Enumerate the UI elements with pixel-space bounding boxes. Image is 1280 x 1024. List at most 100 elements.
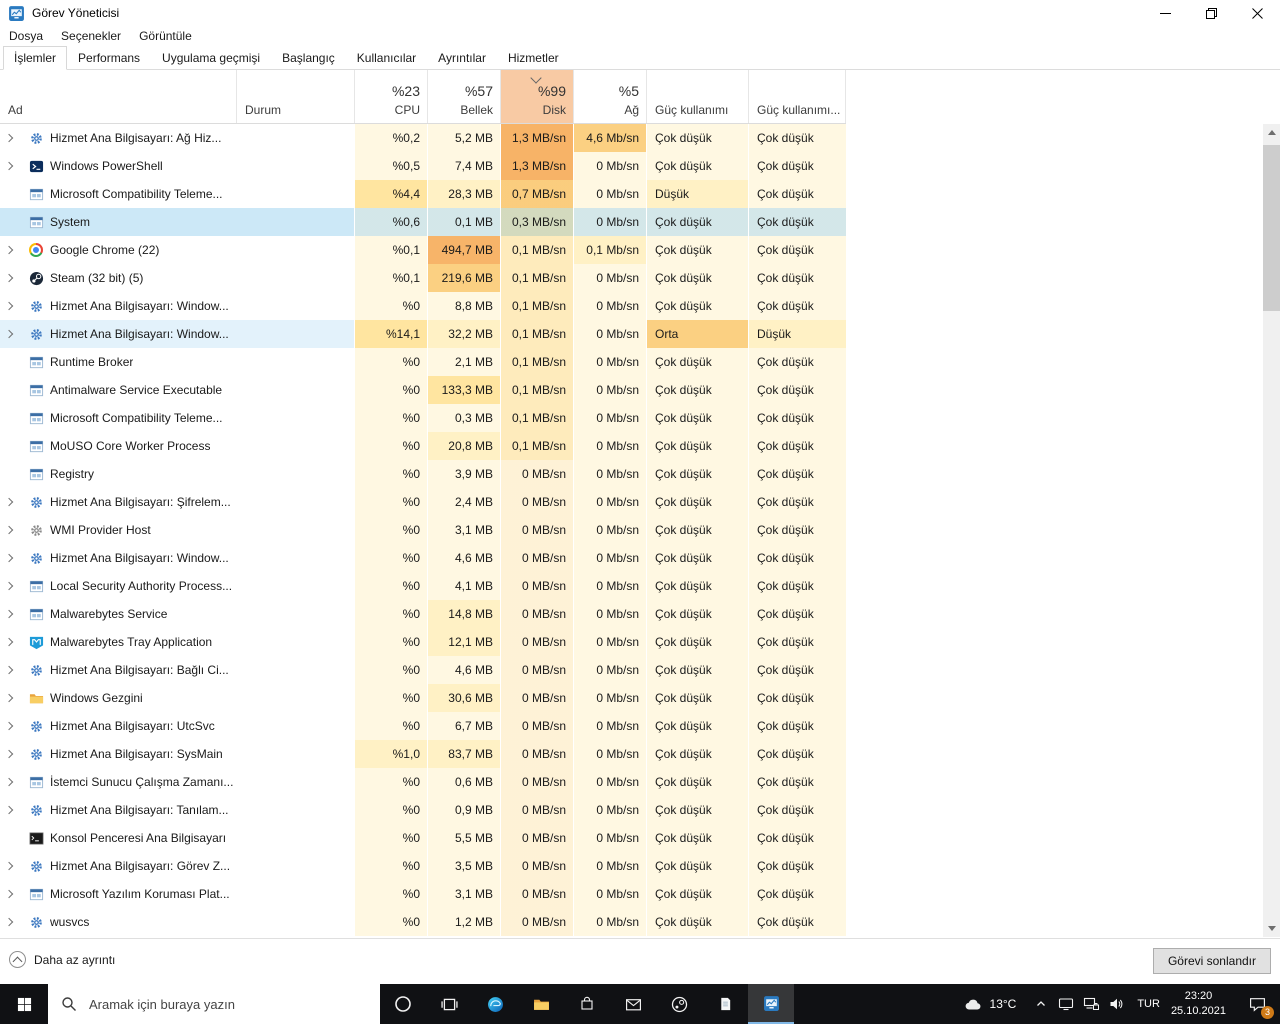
process-row[interactable]: Microsoft Compatibility Teleme... %0 0,3 M… bbox=[0, 404, 846, 432]
expand-chevron-icon[interactable] bbox=[4, 665, 24, 675]
less-detail-toggle[interactable]: Daha az ayrıntı bbox=[9, 951, 115, 968]
column-header-cpu[interactable]: %23 CPU bbox=[354, 70, 427, 123]
taskbar-edge-button[interactable] bbox=[472, 984, 518, 1024]
scrollbar-thumb[interactable] bbox=[1263, 145, 1280, 311]
expand-chevron-icon[interactable] bbox=[4, 777, 24, 787]
column-header-power[interactable]: Güç kullanımı bbox=[646, 70, 748, 123]
process-row[interactable]: Local Security Authority Process... %0 4,1… bbox=[0, 572, 846, 600]
expand-chevron-icon[interactable] bbox=[4, 721, 24, 731]
expand-chevron-icon[interactable] bbox=[4, 749, 24, 759]
column-header-memory[interactable]: %57 Bellek bbox=[427, 70, 500, 123]
process-row[interactable]: Runtime Broker %0 2,1 MB 0,1 MB/sn 0 Mb/sn Ço… bbox=[0, 348, 846, 376]
column-header-network[interactable]: %5 Ağ bbox=[573, 70, 646, 123]
process-row[interactable]: Malwarebytes Service %0 14,8 MB 0 MB/sn 0 Mb… bbox=[0, 600, 846, 628]
footer-bar: Daha az ayrıntı Görevi sonlandır bbox=[0, 938, 1280, 985]
tray-monitor-button[interactable] bbox=[1053, 984, 1078, 1024]
process-row[interactable]: Hizmet Ana Bilgisayarı: Window... %14,1 32… bbox=[0, 320, 846, 348]
menu-g-r-nt-le[interactable]: Görüntüle bbox=[130, 27, 201, 45]
expand-chevron-icon[interactable] bbox=[4, 525, 24, 535]
process-row[interactable]: Antimalware Service Executable %0 133,3 MB… bbox=[0, 376, 846, 404]
tray-network-button[interactable] bbox=[1078, 984, 1103, 1024]
process-row[interactable]: Windows PowerShell %0,5 7,4 MB 1,3 MB/sn 0 M… bbox=[0, 152, 846, 180]
tray-chevron-up-button[interactable] bbox=[1028, 984, 1053, 1024]
process-row[interactable]: wusvcs %0 1,2 MB 0 MB/sn 0 Mb/sn Çok düşük Çok… bbox=[0, 908, 846, 936]
process-row[interactable]: Windows Gezgini %0 30,6 MB 0 MB/sn 0 Mb/sn Ço… bbox=[0, 684, 846, 712]
process-row[interactable]: Steam (32 bit) (5) %0,1 219,6 MB 0,1 MB/sn 0… bbox=[0, 264, 846, 292]
process-row[interactable]: WMI Provider Host %0 3,1 MB 0 MB/sn 0 Mb/sn Ç… bbox=[0, 516, 846, 544]
process-row[interactable]: Google Chrome (22) %0,1 494,7 MB 0,1 MB/sn 0… bbox=[0, 236, 846, 264]
process-row[interactable]: Hizmet Ana Bilgisayarı: SysMain %1,0 83,7 … bbox=[0, 740, 846, 768]
expand-chevron-icon[interactable] bbox=[4, 553, 24, 563]
action-center-button[interactable]: 3 bbox=[1236, 984, 1278, 1024]
process-row[interactable]: Hizmet Ana Bilgisayarı: Window... %0 4,6 M… bbox=[0, 544, 846, 572]
tab-performans[interactable]: Performans bbox=[67, 46, 151, 70]
taskbar-file-explorer-button[interactable] bbox=[518, 984, 564, 1024]
folder-icon bbox=[28, 690, 44, 706]
expand-chevron-icon[interactable] bbox=[4, 245, 24, 255]
scroll-up-button[interactable] bbox=[1263, 124, 1280, 141]
process-row[interactable]: Hizmet Ana Bilgisayarı: Görev Z... %0 3,5 … bbox=[0, 852, 846, 880]
menu-se-enekler[interactable]: Seçenekler bbox=[52, 27, 130, 45]
process-row[interactable]: System %0,6 0,1 MB 0,3 MB/sn 0 Mb/sn Çok düşü… bbox=[0, 208, 846, 236]
expand-chevron-icon[interactable] bbox=[4, 497, 24, 507]
taskbar-mail-button[interactable] bbox=[610, 984, 656, 1024]
close-button[interactable] bbox=[1234, 0, 1280, 26]
menu-dosya[interactable]: Dosya bbox=[0, 27, 52, 45]
expand-chevron-icon[interactable] bbox=[4, 917, 24, 927]
tray-volume-button[interactable] bbox=[1103, 984, 1128, 1024]
taskbar-task-manager-button[interactable] bbox=[748, 984, 794, 1024]
tab-ba-lang[interactable]: Başlangıç bbox=[271, 46, 346, 70]
language-indicator[interactable]: TUR bbox=[1137, 998, 1160, 1010]
scroll-down-button[interactable] bbox=[1263, 920, 1280, 937]
end-task-button[interactable]: Görevi sonlandır bbox=[1152, 948, 1271, 974]
process-row[interactable]: Hizmet Ana Bilgisayarı: Bağlı Ci... %0 4,6… bbox=[0, 656, 846, 684]
taskbar-steam-button[interactable] bbox=[656, 984, 702, 1024]
expand-chevron-icon[interactable] bbox=[4, 861, 24, 871]
tab-ayr-nt-lar[interactable]: Ayrıntılar bbox=[427, 46, 497, 70]
expand-chevron-icon[interactable] bbox=[4, 329, 24, 339]
vertical-scrollbar[interactable] bbox=[1263, 124, 1280, 937]
taskbar-search-box[interactable] bbox=[48, 984, 380, 1024]
tab-hizmetler[interactable]: Hizmetler bbox=[497, 46, 570, 70]
search-input[interactable] bbox=[87, 995, 341, 1013]
expand-chevron-icon[interactable] bbox=[4, 273, 24, 283]
process-row[interactable]: Hizmet Ana Bilgisayarı: UtcSvc %0 6,7 MB 0 … bbox=[0, 712, 846, 740]
process-row[interactable]: Hizmet Ana Bilgisayarı: Şifrelem... %0 2,4… bbox=[0, 488, 846, 516]
process-row[interactable]: Malwarebytes Tray Application %0 12,1 MB 0 … bbox=[0, 628, 846, 656]
process-row[interactable]: Hizmet Ana Bilgisayarı: Tanılam... %0 0,9 … bbox=[0, 796, 846, 824]
process-row[interactable]: Hizmet Ana Bilgisayarı: Ağ Hiz... %0,2 5,2… bbox=[0, 124, 846, 152]
expand-chevron-icon[interactable] bbox=[4, 133, 24, 143]
power-trend-cell: Çok düşük bbox=[748, 236, 846, 264]
process-row[interactable]: İstemci Sunucu Çalışma Zamanı... %0 0,6 MB… bbox=[0, 768, 846, 796]
process-row[interactable]: Microsoft Yazılım Koruması Plat... %0 3,1 … bbox=[0, 880, 846, 908]
restore-button[interactable] bbox=[1188, 0, 1234, 26]
start-button[interactable] bbox=[0, 984, 48, 1024]
expand-chevron-icon[interactable] bbox=[4, 161, 24, 171]
expand-chevron-icon[interactable] bbox=[4, 693, 24, 703]
expand-chevron-icon[interactable] bbox=[4, 637, 24, 647]
tab-i-lemler[interactable]: İşlemler bbox=[3, 46, 68, 70]
weather-widget[interactable]: 13°C bbox=[964, 996, 1016, 1012]
process-row[interactable]: Konsol Penceresi Ana Bilgisayarı %0 5,5 MB… bbox=[0, 824, 846, 852]
expand-chevron-icon[interactable] bbox=[4, 301, 24, 311]
taskbar-cortana-button[interactable] bbox=[380, 984, 426, 1024]
column-header-name[interactable]: Ad bbox=[0, 70, 236, 123]
process-row[interactable]: Microsoft Compatibility Teleme... %4,4 28,… bbox=[0, 180, 846, 208]
column-header-power-trend[interactable]: Güç kullanımı... bbox=[748, 70, 846, 123]
process-row[interactable]: Hizmet Ana Bilgisayarı: Window... %0 8,8 M… bbox=[0, 292, 846, 320]
taskbar-clock[interactable]: 23:20 25.10.2021 bbox=[1171, 989, 1226, 1020]
column-header-disk[interactable]: %99 Disk bbox=[500, 70, 573, 123]
minimize-button[interactable] bbox=[1142, 0, 1188, 26]
expand-chevron-icon[interactable] bbox=[4, 889, 24, 899]
column-header-status[interactable]: Durum bbox=[236, 70, 354, 123]
process-row[interactable]: MoUSO Core Worker Process %0 20,8 MB 0,1 MB… bbox=[0, 432, 846, 460]
process-row[interactable]: Registry %0 3,9 MB 0 MB/sn 0 Mb/sn Çok düşük Ç… bbox=[0, 460, 846, 488]
expand-chevron-icon[interactable] bbox=[4, 581, 24, 591]
expand-chevron-icon[interactable] bbox=[4, 609, 24, 619]
taskbar-task-view-button[interactable] bbox=[426, 984, 472, 1024]
taskbar-store-button[interactable] bbox=[564, 984, 610, 1024]
tab-uygulama-ge-mi-i[interactable]: Uygulama geçmişi bbox=[151, 46, 271, 70]
tab-kullan-c-lar[interactable]: Kullanıcılar bbox=[346, 46, 427, 70]
expand-chevron-icon[interactable] bbox=[4, 805, 24, 815]
taskbar-notepad-button[interactable] bbox=[702, 984, 748, 1024]
